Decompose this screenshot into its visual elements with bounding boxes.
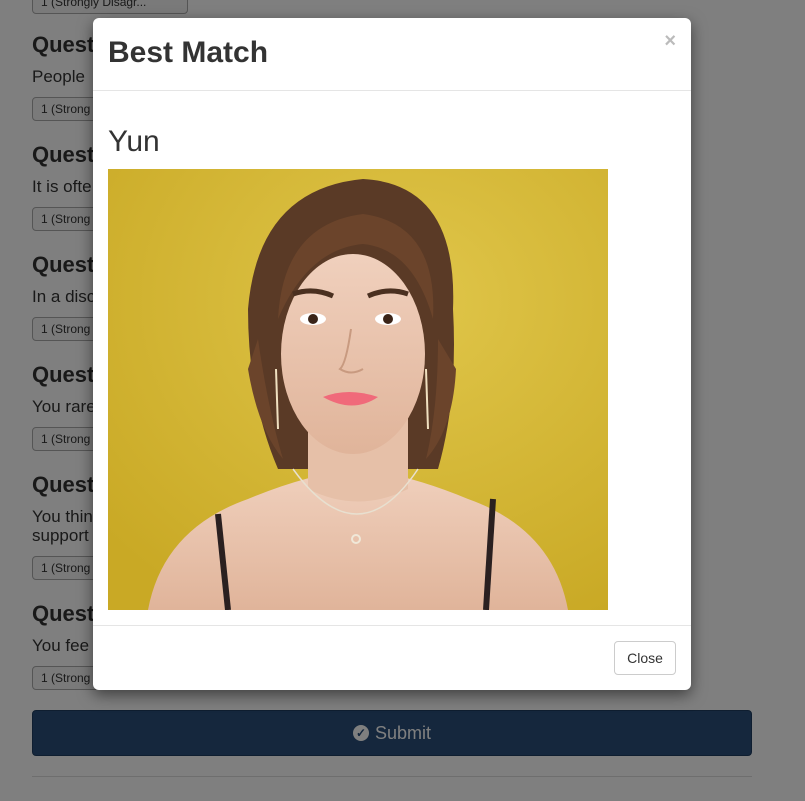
match-name: Yun xyxy=(108,125,160,158)
modal-title: Best Match xyxy=(108,36,269,69)
close-button[interactable]: Close xyxy=(614,641,676,675)
modal-body: Yun xyxy=(93,91,691,625)
modal-header: Best Match × xyxy=(93,18,691,91)
best-match-modal: Best Match × Yun Close xyxy=(93,18,691,690)
modal-footer: Close xyxy=(93,625,691,690)
match-photo xyxy=(108,169,608,610)
close-x-icon[interactable]: × xyxy=(664,30,676,53)
